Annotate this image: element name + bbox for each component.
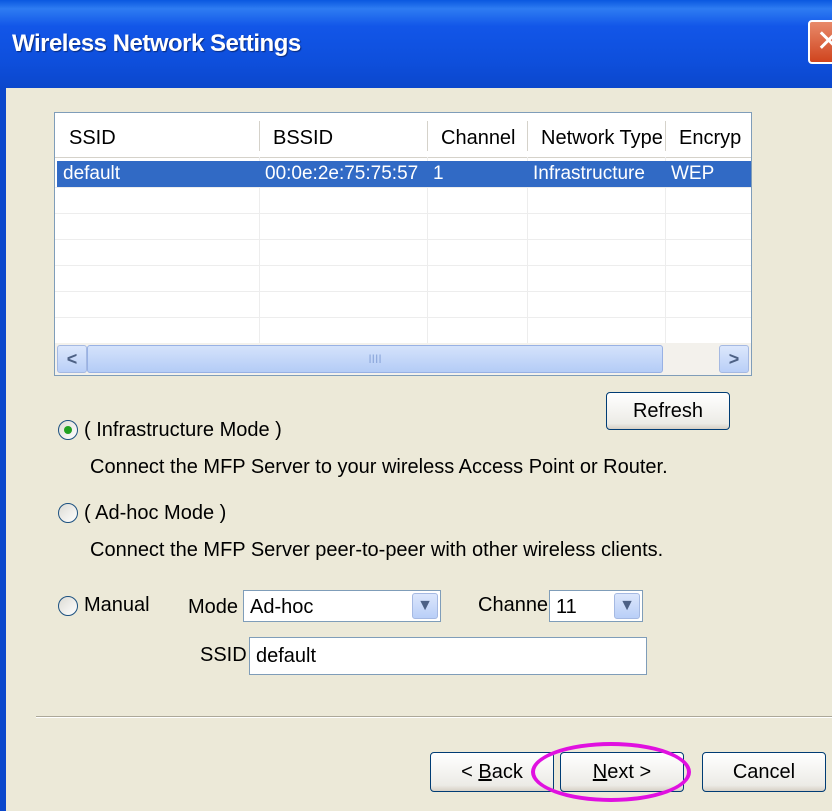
cell-bssid: 00:0e:2e:75:75:57 — [265, 163, 419, 184]
back-button-label: ack — [491, 761, 523, 783]
back-button-accesskey: B — [478, 761, 492, 783]
ssid-input[interactable]: default — [249, 637, 647, 675]
grip-icon: IIII — [368, 352, 382, 366]
cancel-button[interactable]: Cancel — [702, 752, 826, 792]
radio-checked-icon — [64, 426, 72, 434]
table-row[interactable]: default 00:0e:2e:75:75:57 1 Infrastructu… — [57, 161, 751, 187]
refresh-button[interactable]: Refresh — [606, 392, 730, 430]
infrastructure-mode-label: ( Infrastructure Mode ) — [84, 419, 282, 441]
cell-ssid: default — [63, 163, 121, 184]
manual-label: Manual — [84, 594, 150, 616]
highlight-ellipse — [531, 742, 691, 802]
grid-line — [55, 317, 751, 318]
ssid-label: SSID — [200, 644, 247, 666]
chevron-right-icon: > — [728, 349, 740, 369]
column-header-bssid[interactable]: BSSID — [259, 113, 427, 157]
cell-network-type: Infrastructure — [533, 163, 645, 184]
close-button[interactable]: ✕ — [808, 20, 832, 64]
radio-infrastructure[interactable] — [58, 420, 78, 440]
cell-channel: 1 — [433, 163, 444, 184]
scroll-left-button[interactable]: < — [57, 345, 87, 373]
back-button-prefix: < — [461, 761, 479, 783]
column-header-network-type[interactable]: Network Type — [527, 113, 665, 157]
column-header-encryption[interactable]: Encryp — [665, 113, 751, 157]
network-list-header: SSID BSSID Channel Network Type Encryp — [55, 113, 751, 158]
radio-manual[interactable] — [58, 596, 78, 616]
chevron-left-icon: < — [66, 349, 78, 369]
adhoc-mode-label: ( Ad-hoc Mode ) — [84, 502, 227, 524]
window-frame-left — [0, 88, 6, 811]
cell-encryption: WEP — [671, 163, 715, 184]
close-icon: ✕ — [816, 25, 832, 58]
chevron-down-icon[interactable]: ▼ — [614, 593, 640, 619]
grid-line — [55, 187, 751, 188]
channel-select[interactable]: 11 ▼ — [549, 590, 643, 622]
grid-line — [55, 213, 751, 214]
scroll-thumb[interactable]: IIII — [87, 345, 663, 373]
window-title: Wireless Network Settings — [12, 30, 301, 57]
divider — [36, 717, 832, 718]
grid-line — [55, 239, 751, 240]
column-header-channel[interactable]: Channel — [427, 113, 527, 157]
mode-select-value: Ad-hoc — [250, 596, 314, 618]
radio-adhoc[interactable] — [58, 503, 78, 523]
chevron-down-icon[interactable]: ▼ — [412, 593, 438, 619]
horizontal-scrollbar[interactable]: < IIII > — [55, 343, 751, 375]
mode-select[interactable]: Ad-hoc ▼ — [243, 590, 441, 622]
channel-label: Channel — [478, 594, 553, 616]
grid-line — [55, 291, 751, 292]
scroll-right-button[interactable]: > — [719, 345, 749, 373]
title-bar: Wireless Network Settings ✕ — [0, 0, 832, 88]
infrastructure-mode-description: Connect the MFP Server to your wireless … — [90, 456, 668, 478]
mode-label: Mode — [188, 596, 239, 618]
channel-select-value: 11 — [556, 596, 577, 618]
adhoc-mode-description: Connect the MFP Server peer-to-peer with… — [90, 539, 664, 561]
column-header-ssid[interactable]: SSID — [55, 113, 259, 157]
network-list[interactable]: SSID BSSID Channel Network Type Encryp d… — [54, 112, 752, 376]
grid-line — [55, 265, 751, 266]
